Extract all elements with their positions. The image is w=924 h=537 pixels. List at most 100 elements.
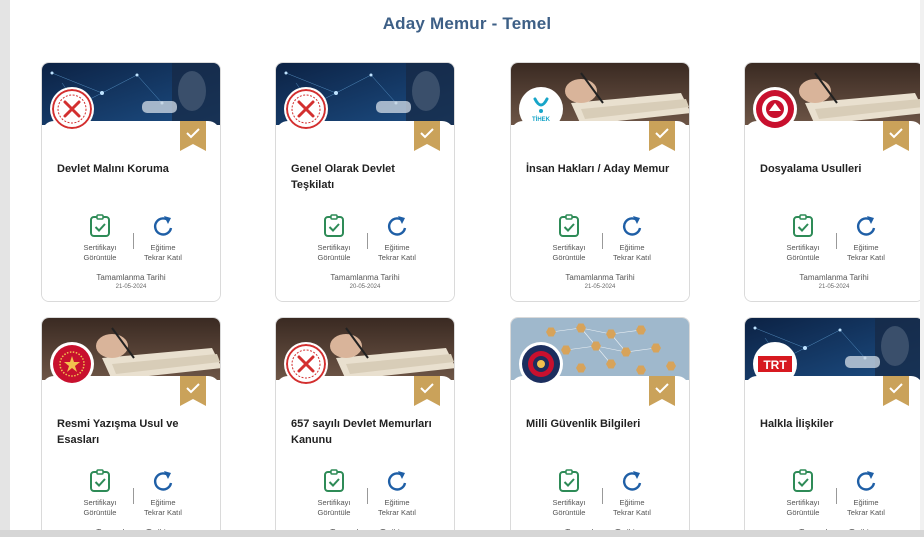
- view-certificate-label: Sertifikayı Görüntüle: [552, 243, 586, 262]
- course-card[interactable]: İnsan Hakları / Aday Memur Sertifikayı Gör…: [510, 62, 690, 302]
- view-certificate-button[interactable]: Sertifikayı Görüntüle: [534, 214, 604, 263]
- completion-date-label: Tamamlanma Tarihi: [330, 273, 400, 282]
- course-title: Devlet Malını Koruma: [57, 163, 169, 175]
- presidency-emblem-icon: [52, 344, 92, 384]
- page-title: Aday Memur - Temel: [382, 14, 552, 33]
- certificate-check-icon: [322, 469, 346, 493]
- retake-training-button[interactable]: Eğitime Tekrar Katıl: [597, 214, 667, 263]
- course-card-body: Milli Güvenlik Bilgileri Sertifikayı Görün…: [511, 376, 689, 530]
- refresh-icon: [151, 469, 175, 493]
- retake-training-label: Eğitime Tekrar Katıl: [847, 243, 885, 262]
- mgk-emblem-icon: [521, 344, 561, 384]
- retake-training-label: Eğitime Tekrar Katıl: [378, 243, 416, 262]
- page: Aday Memur - Temel Devlet Malını Koruma S…: [10, 0, 924, 530]
- completed-ribbon-icon: [883, 121, 909, 151]
- certificate-check-icon: [557, 214, 581, 238]
- refresh-icon: [385, 214, 409, 238]
- course-card-body: Devlet Malını Koruma Sertifikayı Görüntüle…: [42, 121, 220, 301]
- retake-training-label: Eğitime Tekrar Katıl: [613, 243, 651, 262]
- course-card[interactable]: Milli Güvenlik Bilgileri Sertifikayı Görün…: [510, 317, 690, 530]
- course-card-body: Genel Olarak Devlet Teşkilatı Sertifikayı…: [276, 121, 454, 301]
- completed-ribbon-icon: [180, 376, 206, 406]
- refresh-icon: [620, 469, 644, 493]
- retake-training-label: Eğitime Tekrar Katıl: [847, 498, 885, 517]
- retake-training-button[interactable]: Eğitime Tekrar Katıl: [362, 469, 432, 518]
- svg-text:TİHEK: TİHEK: [532, 116, 551, 123]
- course-actions: Sertifikayı Görüntüle Eğitime Tekrar Katıl: [276, 214, 454, 266]
- view-certificate-button[interactable]: Sertifikayı Görüntüle: [768, 214, 838, 263]
- course-title: İnsan Hakları / Aday Memur: [526, 163, 670, 175]
- certificate-check-icon: [791, 214, 815, 238]
- retake-training-button[interactable]: Eğitime Tekrar Katıl: [597, 469, 667, 518]
- scrollbar[interactable]: [920, 0, 924, 530]
- completed-ribbon-icon: [649, 376, 675, 406]
- course-title: Milli Güvenlik Bilgileri: [526, 418, 641, 430]
- course-card-body: Dosyalama Usulleri Sertifikayı Görüntüle Eğ…: [745, 121, 923, 301]
- view-certificate-label: Sertifikayı Görüntüle: [552, 498, 586, 517]
- view-certificate-button[interactable]: Sertifikayı Görüntüle: [65, 469, 135, 518]
- view-certificate-button[interactable]: Sertifikayı Görüntüle: [299, 214, 369, 263]
- course-card[interactable]: Dosyalama Usulleri Sertifikayı Görüntüle Eğ…: [744, 62, 924, 302]
- refresh-icon: [854, 469, 878, 493]
- course-card[interactable]: 657 sayılı Devlet Memurları Kanunu Sertif…: [275, 317, 455, 530]
- view-certificate-label: Sertifikayı Görüntüle: [83, 498, 117, 517]
- retake-training-button[interactable]: Eğitime Tekrar Katıl: [128, 214, 198, 263]
- course-actions: Sertifikayı Görüntüle Eğitime Tekrar Katıl: [745, 214, 923, 266]
- certificate-check-icon: [88, 214, 112, 238]
- course-card[interactable]: Devlet Malını Koruma Sertifikayı Görüntüle…: [41, 62, 221, 302]
- view-certificate-label: Sertifikayı Görüntüle: [786, 498, 820, 517]
- completion-date: 21-05-2024: [818, 284, 850, 290]
- trt-logo-icon: TRT: [755, 344, 795, 384]
- view-certificate-label: Sertifikayı Görüntüle: [83, 243, 117, 262]
- retake-training-button[interactable]: Eğitime Tekrar Katıl: [362, 214, 432, 263]
- refresh-icon: [620, 214, 644, 238]
- completed-ribbon-icon: [414, 376, 440, 406]
- trt-logo-text: TRT: [763, 358, 787, 372]
- course-actions: Sertifikayı Görüntüle Eğitime Tekrar Katıl: [745, 469, 923, 521]
- dhbb-emblem-icon: [52, 89, 92, 129]
- course-card-body: Halkla İlişkiler Sertifikayı Görüntüle Eğit…: [745, 376, 923, 530]
- certificate-check-icon: [557, 469, 581, 493]
- view-certificate-button[interactable]: Sertifikayı Görüntüle: [768, 469, 838, 518]
- course-card-body: İnsan Hakları / Aday Memur Sertifikayı Gör…: [511, 121, 689, 301]
- view-certificate-button[interactable]: Sertifikayı Görüntüle: [65, 214, 135, 263]
- course-title: Halkla İlişkiler: [760, 418, 834, 430]
- course-actions: Sertifikayı Görüntüle Eğitime Tekrar Katıl: [42, 214, 220, 266]
- course-card-body: Resmi Yazışma Usul ve Esasları Sertifikay…: [42, 376, 220, 530]
- course-actions: Sertifikayı Görüntüle Eğitime Tekrar Katıl: [42, 469, 220, 521]
- completed-ribbon-icon: [180, 121, 206, 151]
- view-certificate-button[interactable]: Sertifikayı Görüntüle: [534, 469, 604, 518]
- retake-training-button[interactable]: Eğitime Tekrar Katıl: [831, 469, 901, 518]
- course-card[interactable]: Halkla İlişkiler Sertifikayı Görüntüle Eğit…: [744, 317, 924, 530]
- completion-date: 21-05-2024: [115, 284, 147, 290]
- course-actions: Sertifikayı Görüntüle Eğitime Tekrar Katıl: [511, 214, 689, 266]
- certificate-check-icon: [322, 214, 346, 238]
- certificate-check-icon: [791, 469, 815, 493]
- horizontal-scrollbar[interactable]: [0, 530, 924, 537]
- completed-ribbon-icon: [414, 121, 440, 151]
- tihek-logo-icon: TİHEK: [521, 89, 561, 129]
- completed-ribbon-icon: [649, 121, 675, 151]
- retake-training-button[interactable]: Eğitime Tekrar Katıl: [831, 214, 901, 263]
- completion-date-label: Tamamlanma Tarihi: [565, 273, 635, 282]
- tbmm-emblem-icon: [755, 89, 795, 129]
- course-title: Resmi Yazışma Usul ve Esasları: [57, 418, 179, 446]
- retake-training-button[interactable]: Eğitime Tekrar Katıl: [128, 469, 198, 518]
- course-title: 657 sayılı Devlet Memurları Kanunu: [291, 418, 432, 446]
- course-card[interactable]: Genel Olarak Devlet Teşkilatı Sertifikayı…: [275, 62, 455, 302]
- retake-training-label: Eğitime Tekrar Katıl: [144, 498, 182, 517]
- completed-ribbon-icon: [883, 376, 909, 406]
- view-certificate-button[interactable]: Sertifikayı Görüntüle: [299, 469, 369, 518]
- course-card[interactable]: Resmi Yazışma Usul ve Esasları Sertifikay…: [41, 317, 221, 530]
- retake-training-label: Eğitime Tekrar Katıl: [378, 498, 416, 517]
- completion-date-label: Tamamlanma Tarihi: [96, 273, 166, 282]
- course-actions: Sertifikayı Görüntüle Eğitime Tekrar Katıl: [276, 469, 454, 521]
- refresh-icon: [385, 469, 409, 493]
- certificate-check-icon: [88, 469, 112, 493]
- retake-training-label: Eğitime Tekrar Katıl: [144, 243, 182, 262]
- refresh-icon: [151, 214, 175, 238]
- completion-date: 20-05-2024: [349, 284, 381, 290]
- dhbb-emblem-icon: [286, 344, 326, 384]
- view-certificate-label: Sertifikayı Görüntüle: [317, 243, 351, 262]
- course-actions: Sertifikayı Görüntüle Eğitime Tekrar Katıl: [511, 469, 689, 521]
